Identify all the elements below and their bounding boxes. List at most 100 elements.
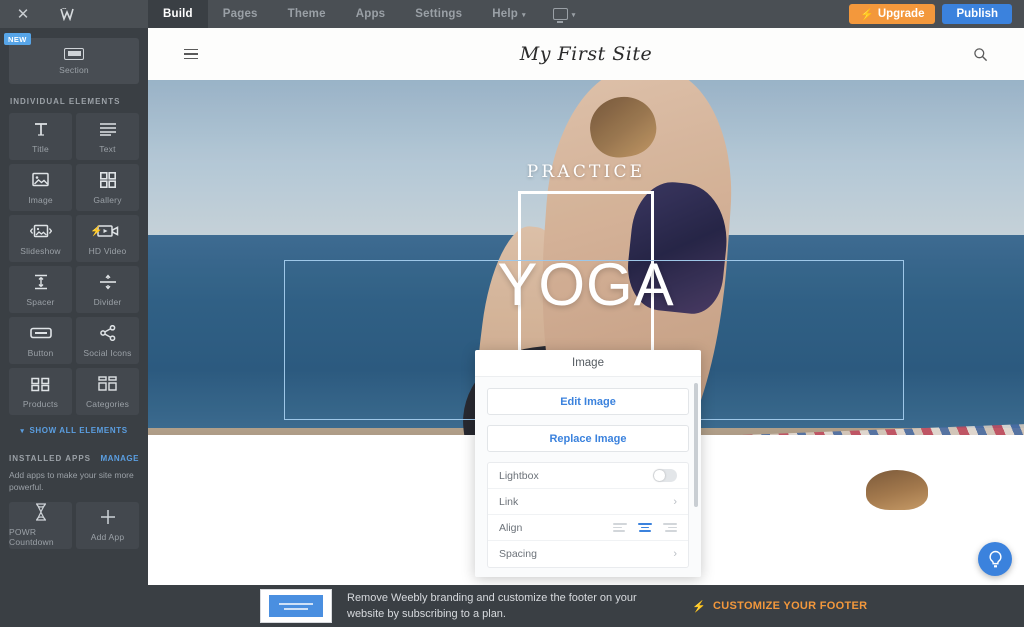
sidebar-tile-image[interactable]: Image [9, 164, 72, 211]
device-preview-selector[interactable]: ▾ [541, 0, 588, 28]
chevron-down-icon: ▾ [521, 12, 526, 19]
sidebar-tile-text[interactable]: Text [76, 113, 139, 160]
nav-item-build[interactable]: Build [148, 0, 208, 28]
close-icon[interactable]: ✕ [0, 0, 46, 28]
tile-label: Categories [85, 398, 130, 409]
tile-label: Products [22, 398, 59, 409]
tile-label: Gallery [93, 194, 122, 205]
row-label: Spacing [499, 548, 537, 560]
bolt-icon: ⚡ [90, 226, 103, 237]
hero-headline: YOGA [497, 251, 675, 319]
chevron-right-icon: › [673, 548, 677, 560]
nav-item-apps[interactable]: Apps [341, 0, 401, 28]
tile-label: Spacer [26, 296, 55, 307]
sidebar-tile-section[interactable]: NEW Section [4, 33, 139, 84]
sidebar-tile-products[interactable]: Products [9, 368, 72, 415]
align-left-icon[interactable] [613, 523, 627, 532]
nav-label: Theme [287, 8, 326, 20]
lightbox-toggle[interactable] [653, 469, 677, 482]
row-align[interactable]: Align [488, 515, 688, 541]
site-title[interactable]: My First Site [148, 43, 1024, 65]
top-bar-right: ⚡ Upgrade Publish [849, 4, 1024, 24]
section-icon [64, 47, 84, 60]
footer-banner-text: Remove Weebly branding and customize the… [347, 591, 637, 621]
edit-image-button[interactable]: Edit Image [487, 388, 689, 415]
footer-preview-thumbnail [260, 589, 332, 623]
row-control: › [673, 548, 677, 560]
divider-icon [99, 273, 117, 291]
row-link[interactable]: Link › [488, 489, 688, 515]
slideshow-icon [29, 222, 52, 240]
nav-item-theme[interactable]: Theme [273, 0, 341, 28]
tile-label: Button [27, 347, 54, 358]
panel-scrollbar[interactable] [694, 383, 698, 507]
nav-item-settings[interactable]: Settings [400, 0, 477, 28]
chevron-down-icon: ▾ [20, 427, 25, 435]
publish-button[interactable]: Publish [942, 4, 1012, 24]
search-icon[interactable] [973, 47, 988, 62]
sidebar-tile-gallery[interactable]: Gallery [76, 164, 139, 211]
tile-label: Text [99, 143, 116, 154]
categories-icon [97, 375, 118, 393]
hamburger-menu-icon[interactable] [184, 48, 198, 60]
align-center-icon[interactable] [638, 523, 652, 532]
gallery-icon [99, 171, 116, 189]
element-tile-grid: Title Text Image Gallery Slideshow ⚡ HD … [9, 113, 139, 415]
show-all-label: SHOW ALL ELEMENTS [29, 426, 128, 435]
row-label: Link [499, 495, 519, 508]
chevron-right-icon: › [673, 495, 677, 508]
top-bar-left: ✕ [0, 0, 148, 28]
chevron-down-icon: ▾ [571, 12, 576, 19]
tile-label: Image [28, 194, 53, 205]
edit-image-label: Edit Image [560, 395, 616, 408]
tile-label: Title [32, 143, 49, 154]
plus-icon [100, 508, 116, 526]
monitor-icon [552, 8, 568, 23]
sidebar-tile-hd-video[interactable]: ⚡ HD Video [76, 215, 139, 262]
manage-apps-link[interactable]: MANAGE [100, 454, 139, 463]
row-spacing[interactable]: Spacing › [488, 541, 688, 567]
row-lightbox[interactable]: Lightbox [488, 463, 688, 489]
replace-image-label: Replace Image [549, 432, 627, 445]
bolt-icon: ⚡ [692, 600, 706, 613]
help-button[interactable] [978, 542, 1012, 576]
nav-label: Apps [355, 8, 386, 20]
nav-item-help[interactable]: Help ▾ [477, 0, 540, 28]
installed-apps-header: INSTALLED APPS MANAGE [9, 454, 139, 463]
tile-label: Divider [93, 296, 122, 307]
secondary-figure-head [866, 470, 928, 510]
tile-label: POWR Countdown [9, 527, 54, 548]
show-all-elements-link[interactable]: ▾ SHOW ALL ELEMENTS [9, 426, 139, 435]
installed-apps-grid: POWR Countdown Add App [9, 501, 139, 549]
sidebar-tile-social-icons[interactable]: Social Icons [76, 317, 139, 364]
image-icon [32, 171, 49, 189]
sidebar-tile-button[interactable]: Button [9, 317, 72, 364]
nav-label: Pages [222, 8, 258, 20]
app-tile-powr-countdown[interactable]: POWR Countdown [9, 501, 72, 549]
customize-footer-link[interactable]: ⚡ CUSTOMIZE YOUR FOOTER [692, 600, 867, 613]
weebly-logo-icon[interactable] [46, 0, 92, 28]
sidebar-tile-title[interactable]: Title [9, 113, 72, 160]
hero-eyebrow: PRACTICE [526, 162, 646, 182]
button-icon [29, 324, 52, 342]
thumbnail-inner [269, 595, 323, 617]
nav-item-pages[interactable]: Pages [208, 0, 273, 28]
sidebar-tile-categories[interactable]: Categories [76, 368, 139, 415]
upgrade-label: Upgrade [877, 8, 925, 20]
tile-label: HD Video [88, 245, 127, 256]
sidebar-tile-spacer[interactable]: Spacer [9, 266, 72, 313]
add-app-tile[interactable]: Add App [76, 501, 139, 549]
social-icons-icon [99, 324, 117, 342]
bolt-icon: ⚡ [860, 8, 874, 21]
align-right-icon[interactable] [663, 523, 677, 532]
text-icon [99, 120, 117, 138]
upgrade-button[interactable]: ⚡ Upgrade [849, 4, 936, 24]
replace-image-button[interactable]: Replace Image [487, 425, 689, 452]
image-settings-popup: Image Edit Image Replace Image Lightbox … [475, 350, 701, 577]
panel-option-rows: Lightbox Link › Align Spacing › [487, 462, 689, 568]
footer-banner: Remove Weebly branding and customize the… [148, 585, 1024, 627]
publish-label: Publish [956, 8, 998, 20]
sidebar-tile-slideshow[interactable]: Slideshow [9, 215, 72, 262]
sidebar-tile-divider[interactable]: Divider [76, 266, 139, 313]
tile-label: Add App [90, 532, 125, 543]
